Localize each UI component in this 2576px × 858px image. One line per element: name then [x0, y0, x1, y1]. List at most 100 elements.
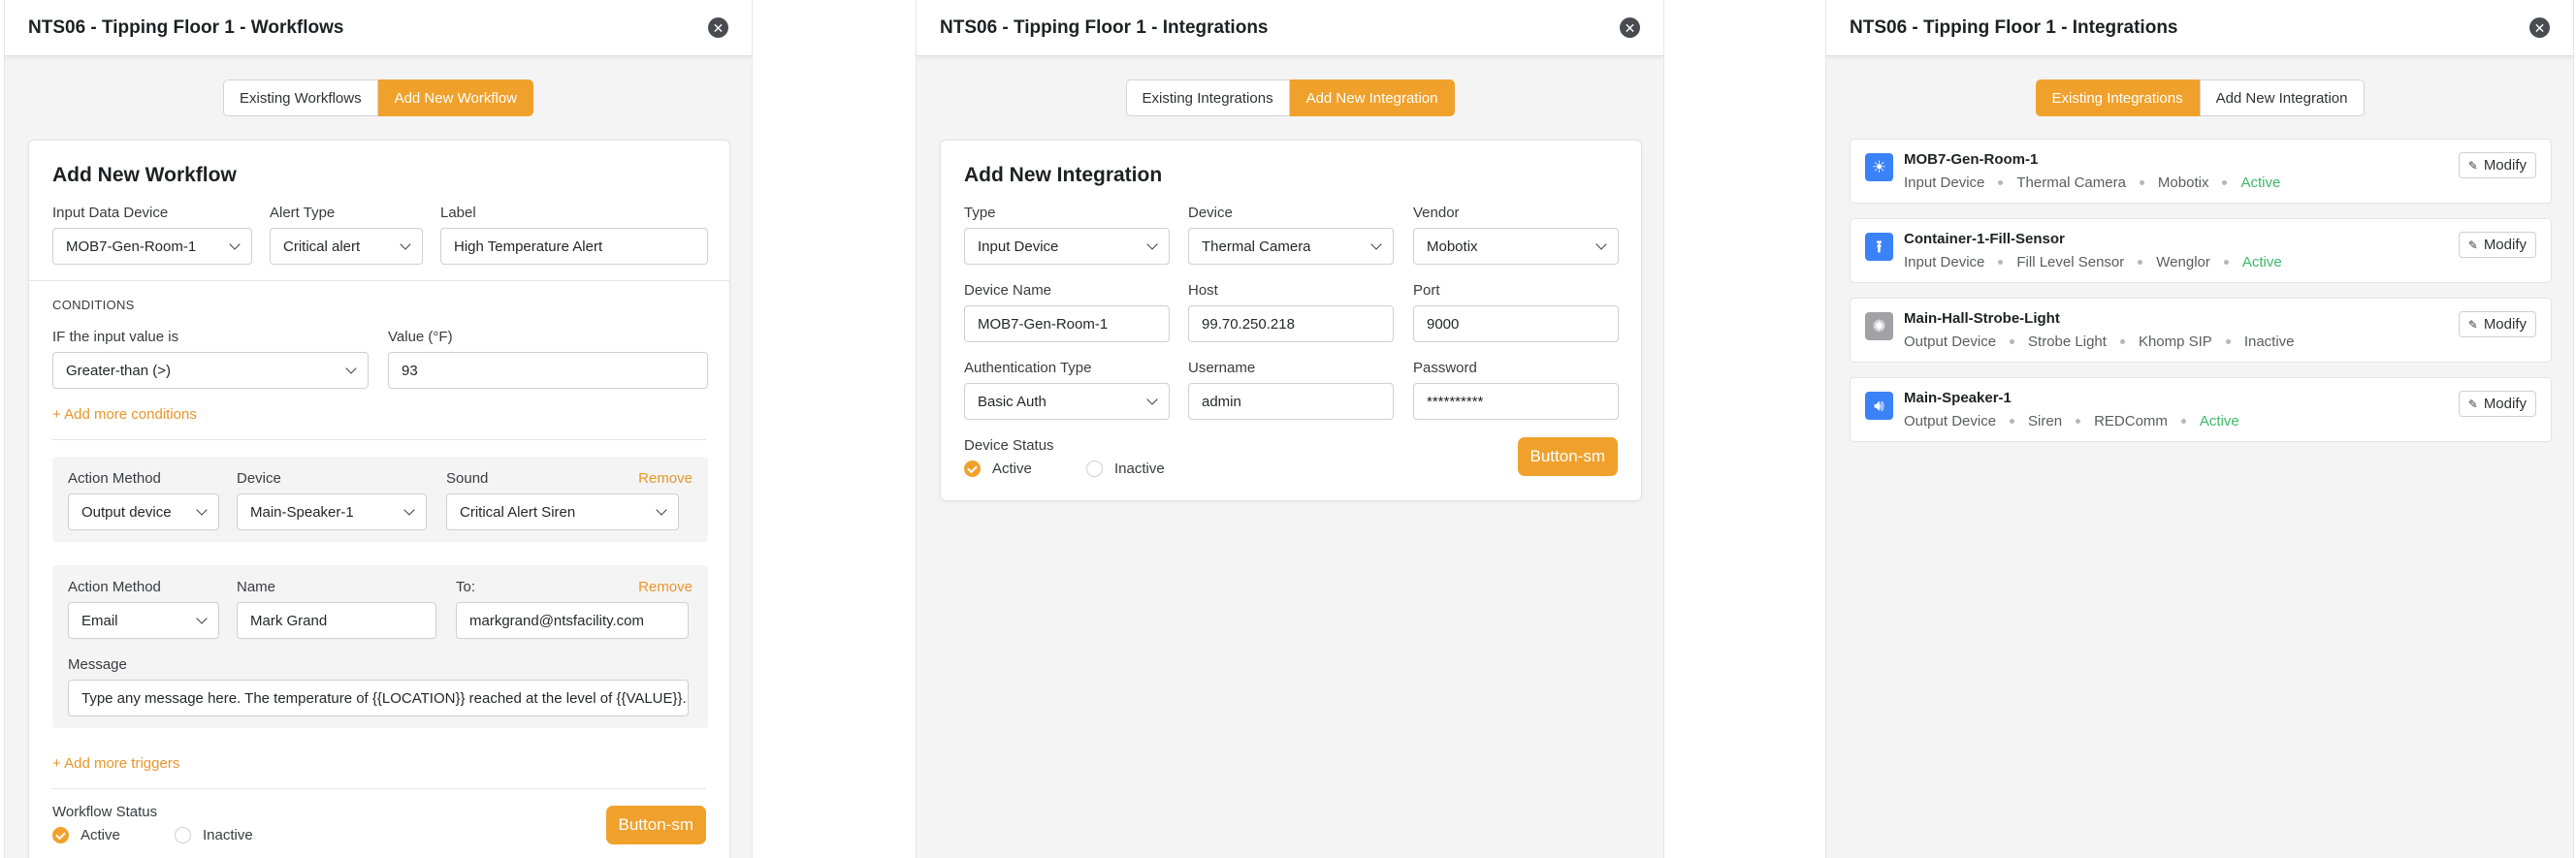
if-label: IF the input value is [52, 329, 179, 345]
action-method-label: Action Method [68, 579, 161, 595]
submit-button[interactable]: Button-sm [1517, 437, 1618, 476]
tab-add-new-workflow[interactable]: Add New Workflow [377, 79, 534, 116]
type-label: Type [964, 205, 996, 221]
label-label: Label [440, 205, 476, 221]
speaker-icon: 🔊︎ [1865, 392, 1893, 420]
type-select[interactable]: Input Device [964, 228, 1170, 265]
status-active-radio[interactable]: Active [964, 461, 1032, 477]
integration-item: 🔊︎ Main-Speaker-1 Output Device Siren RE… [1850, 377, 2552, 442]
chevron-down-icon [1146, 393, 1158, 405]
add-integration-card: Add New Integration Type Input Device De… [940, 140, 1642, 501]
port-input[interactable]: 9000 [1413, 305, 1619, 342]
name-label: Name [237, 579, 276, 595]
alert-type-select[interactable]: Critical alert [270, 228, 423, 265]
separator-dot [2138, 260, 2143, 265]
add-integration-panel: NTS06 - Tipping Floor 1 - Integrations ✕… [916, 0, 1664, 858]
condition-operator-select[interactable]: Greater-than (>) [52, 352, 369, 389]
action-method-select[interactable]: Output device [68, 493, 219, 530]
status-inactive-radio[interactable]: Inactive [1086, 461, 1165, 477]
auth-type-select[interactable]: Basic Auth [964, 383, 1170, 420]
integration-kind: Output Device [1904, 334, 1997, 350]
chevron-down-icon [1146, 238, 1158, 250]
tab-existing-integrations[interactable]: Existing Integrations [2035, 79, 2200, 116]
status-badge: Active [2240, 175, 2281, 191]
message-label: Message [68, 656, 127, 673]
edit-icon: ✎ [2467, 158, 2478, 173]
integration-device: Strobe Light [2028, 334, 2107, 350]
device-name-input[interactable]: MOB7-Gen-Room-1 [964, 305, 1170, 342]
remove-action-button[interactable]: Remove [638, 579, 692, 595]
radio-label: Active [80, 827, 120, 843]
vendor-label: Vendor [1413, 205, 1460, 221]
close-icon[interactable]: ✕ [2529, 17, 2550, 38]
separator-dot [2139, 180, 2144, 185]
close-icon[interactable]: ✕ [708, 17, 728, 38]
username-input[interactable]: admin [1188, 383, 1394, 420]
device-select[interactable]: Main-Speaker-1 [237, 493, 427, 530]
card-title: Add New Integration [964, 164, 1163, 186]
tab-add-new-integration[interactable]: Add New Integration [1289, 79, 1455, 116]
chevron-down-icon [1370, 238, 1382, 250]
sun-icon: ☀ [1865, 153, 1893, 181]
modify-button[interactable]: ✎ Modify [2458, 311, 2536, 337]
tab-existing-integrations[interactable]: Existing Integrations [1125, 79, 1290, 116]
add-conditions-link[interactable]: + Add more conditions [52, 406, 197, 423]
device-label: Device [1188, 205, 1233, 221]
radio-checked-icon [52, 827, 69, 843]
action-method-select[interactable]: Email [68, 602, 219, 639]
status-active-radio[interactable]: Active [52, 827, 120, 843]
workflows-panel: NTS06 - Tipping Floor 1 - Workflows ✕ Ex… [4, 0, 753, 858]
select-value: Main-Speaker-1 [250, 503, 354, 521]
modify-button[interactable]: ✎ Modify [2458, 232, 2536, 258]
edit-icon: ✎ [2467, 238, 2478, 252]
chevron-down-icon [1595, 238, 1607, 250]
label-input[interactable]: High Temperature Alert [440, 228, 708, 265]
status-inactive-radio[interactable]: Inactive [175, 827, 253, 843]
modify-button[interactable]: ✎ Modify [2458, 391, 2536, 417]
separator-dot [2225, 339, 2231, 344]
password-input[interactable]: ********** [1413, 383, 1619, 420]
radio-label: Inactive [1114, 461, 1165, 477]
value-input[interactable]: 93 [388, 352, 708, 389]
integration-item: ✺ Main-Hall-Strobe-Light Output Device S… [1850, 298, 2552, 363]
modify-button[interactable]: ✎ Modify [2458, 152, 2536, 178]
separator-dot [2119, 339, 2125, 344]
email-to-input[interactable]: markgrand@ntsfacility.com [456, 602, 689, 639]
integration-kind: Input Device [1904, 175, 1985, 191]
tab-add-new-integration[interactable]: Add New Integration [2199, 79, 2365, 116]
device-select[interactable]: Thermal Camera [1188, 228, 1394, 265]
panel-title: NTS06 - Tipping Floor 1 - Integrations [1850, 16, 2178, 38]
tab-existing-workflows[interactable]: Existing Workflows [222, 79, 378, 116]
status-badge: Inactive [2243, 334, 2295, 350]
radio-unchecked-icon [1086, 461, 1103, 477]
sound-select[interactable]: Critical Alert Siren [446, 493, 679, 530]
input-device-label: Input Data Device [52, 205, 169, 221]
panel-header: NTS06 - Tipping Floor 1 - Integrations ✕ [917, 0, 1663, 56]
integration-vendor: Wenglor [2156, 254, 2210, 270]
message-input[interactable]: Type any message here. The temperature o… [68, 680, 689, 716]
remove-action-button[interactable]: Remove [638, 470, 692, 487]
chevron-down-icon [656, 503, 667, 516]
integration-meta: Input Device Fill Level Sensor Wenglor A… [1904, 254, 2282, 270]
host-input[interactable]: 99.70.250.218 [1188, 305, 1394, 342]
select-value: MOB7-Gen-Room-1 [66, 238, 197, 255]
upload-icon: ⭱ [1865, 233, 1893, 261]
separator-dot [1998, 260, 2004, 265]
chevron-down-icon [229, 238, 241, 250]
input-device-select[interactable]: MOB7-Gen-Room-1 [52, 228, 252, 265]
select-value: Input Device [978, 238, 1059, 255]
submit-button[interactable]: Button-sm [605, 806, 706, 844]
radio-label: Active [992, 461, 1032, 477]
chevron-down-icon [345, 362, 357, 374]
vendor-select[interactable]: Mobotix [1413, 228, 1619, 265]
radio-checked-icon [964, 461, 981, 477]
action-output-device: Action Method Output device Device Main-… [52, 457, 708, 542]
device-status-label: Device Status [964, 437, 1054, 454]
modify-label: Modify [2483, 237, 2527, 253]
username-label: Username [1188, 360, 1256, 376]
close-icon[interactable]: ✕ [1620, 17, 1640, 38]
tab-group: Existing Workflows Add New Workflow [5, 79, 752, 116]
add-triggers-link[interactable]: + Add more triggers [52, 755, 179, 772]
name-input[interactable]: Mark Grand [237, 602, 436, 639]
integration-name: Container-1-Fill-Sensor [1904, 231, 2065, 247]
